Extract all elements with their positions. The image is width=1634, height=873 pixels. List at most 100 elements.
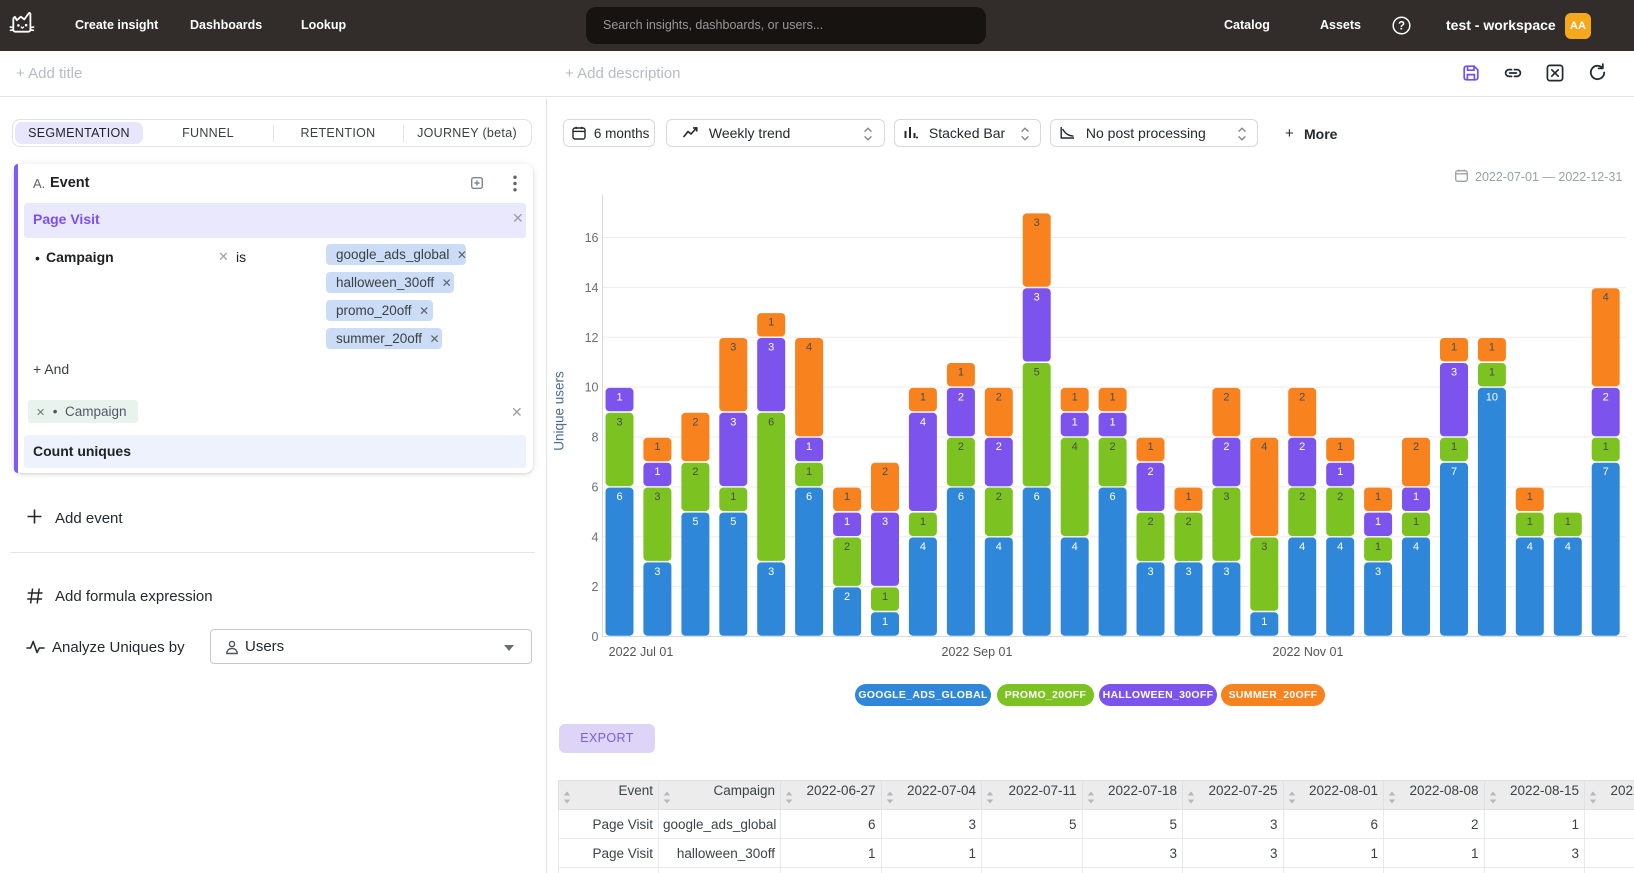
svg-text:1: 1: [654, 466, 660, 478]
svg-text:1: 1: [1489, 342, 1495, 354]
svg-text:4: 4: [1299, 541, 1305, 553]
svg-text:2: 2: [692, 416, 698, 428]
svg-text:1: 1: [1261, 616, 1267, 628]
svg-text:3: 3: [1223, 566, 1229, 578]
svg-text:1: 1: [1072, 391, 1078, 403]
svg-text:2: 2: [1413, 441, 1419, 453]
svg-text:6: 6: [1110, 491, 1116, 503]
svg-text:4: 4: [592, 530, 599, 544]
svg-text:3: 3: [730, 416, 736, 428]
svg-text:2: 2: [958, 391, 964, 403]
svg-text:3: 3: [1223, 491, 1229, 503]
svg-text:6: 6: [616, 491, 622, 503]
svg-text:3: 3: [616, 416, 622, 428]
svg-text:1: 1: [1110, 391, 1116, 403]
svg-text:10: 10: [585, 381, 599, 395]
svg-text:?: ?: [1398, 21, 1405, 33]
svg-text:3: 3: [768, 342, 774, 354]
svg-text:2: 2: [1147, 466, 1153, 478]
svg-text:14: 14: [585, 281, 599, 295]
svg-text:3: 3: [654, 491, 660, 503]
svg-text:0: 0: [592, 630, 599, 644]
svg-text:4: 4: [1603, 292, 1609, 304]
svg-text:1: 1: [844, 516, 850, 528]
svg-text:16: 16: [585, 231, 599, 245]
svg-text:2: 2: [1299, 491, 1305, 503]
svg-text:3: 3: [1261, 541, 1267, 553]
svg-text:1: 1: [730, 491, 736, 503]
svg-text:1: 1: [806, 441, 812, 453]
svg-text:1: 1: [920, 516, 926, 528]
svg-text:4: 4: [920, 416, 926, 428]
svg-text:7: 7: [1603, 466, 1609, 478]
svg-text:2: 2: [996, 491, 1002, 503]
svg-text:2022 Jul 01: 2022 Jul 01: [609, 645, 674, 659]
svg-text:1: 1: [616, 391, 622, 403]
svg-text:2: 2: [1223, 391, 1229, 403]
svg-text:1: 1: [654, 441, 660, 453]
svg-text:3: 3: [768, 566, 774, 578]
svg-text:3: 3: [1034, 292, 1040, 304]
svg-text:2022 Nov 01: 2022 Nov 01: [1273, 645, 1344, 659]
svg-text:1: 1: [1413, 491, 1419, 503]
svg-text:5: 5: [692, 516, 698, 528]
svg-text:6: 6: [958, 491, 964, 503]
svg-text:4: 4: [1527, 541, 1533, 553]
svg-text:1: 1: [1147, 441, 1153, 453]
svg-text:1: 1: [882, 616, 888, 628]
svg-text:1: 1: [844, 491, 850, 503]
svg-text:4: 4: [1337, 541, 1343, 553]
svg-text:2: 2: [1337, 491, 1343, 503]
svg-text:1: 1: [1451, 342, 1457, 354]
svg-text:1: 1: [1337, 466, 1343, 478]
svg-text:2: 2: [1299, 391, 1305, 403]
svg-text:6: 6: [1034, 491, 1040, 503]
svg-text:10: 10: [1486, 391, 1498, 403]
svg-text:6: 6: [806, 491, 812, 503]
svg-text:1: 1: [1337, 441, 1343, 453]
svg-text:2: 2: [1185, 516, 1191, 528]
svg-text:7: 7: [1451, 466, 1457, 478]
svg-text:2: 2: [844, 591, 850, 603]
svg-text:1: 1: [1375, 516, 1381, 528]
svg-text:3: 3: [654, 566, 660, 578]
svg-text:2: 2: [996, 391, 1002, 403]
svg-text:3: 3: [730, 342, 736, 354]
svg-text:1: 1: [1375, 541, 1381, 553]
svg-text:2: 2: [692, 466, 698, 478]
svg-text:1: 1: [920, 391, 926, 403]
svg-text:4: 4: [1413, 541, 1419, 553]
svg-text:5: 5: [1034, 366, 1040, 378]
svg-text:2: 2: [1603, 391, 1609, 403]
svg-text:2: 2: [958, 441, 964, 453]
svg-text:8: 8: [592, 431, 599, 445]
svg-text:1: 1: [1489, 366, 1495, 378]
svg-text:2: 2: [1299, 441, 1305, 453]
svg-text:1: 1: [958, 366, 964, 378]
svg-text:2: 2: [1223, 441, 1229, 453]
svg-text:3: 3: [1034, 217, 1040, 229]
svg-text:Unique users: Unique users: [552, 371, 567, 451]
svg-text:2: 2: [1110, 441, 1116, 453]
svg-text:1: 1: [1185, 491, 1191, 503]
svg-text:1: 1: [882, 591, 888, 603]
svg-text:4: 4: [996, 541, 1002, 553]
svg-text:6: 6: [592, 480, 599, 494]
svg-text:3: 3: [1147, 566, 1153, 578]
svg-text:2: 2: [1147, 516, 1153, 528]
svg-text:4: 4: [806, 342, 812, 354]
svg-text:12: 12: [585, 331, 599, 345]
svg-text:3: 3: [882, 516, 888, 528]
svg-text:1: 1: [1375, 491, 1381, 503]
svg-text:1: 1: [768, 317, 774, 329]
svg-text:2: 2: [996, 441, 1002, 453]
svg-text:1: 1: [1413, 516, 1419, 528]
svg-text:4: 4: [1072, 541, 1078, 553]
svg-text:1: 1: [1110, 416, 1116, 428]
svg-text:2: 2: [592, 580, 599, 594]
svg-text:5: 5: [730, 516, 736, 528]
svg-text:4: 4: [1072, 441, 1078, 453]
svg-text:1: 1: [1603, 441, 1609, 453]
svg-text:2: 2: [882, 466, 888, 478]
svg-text:2022 Sep 01: 2022 Sep 01: [942, 645, 1013, 659]
